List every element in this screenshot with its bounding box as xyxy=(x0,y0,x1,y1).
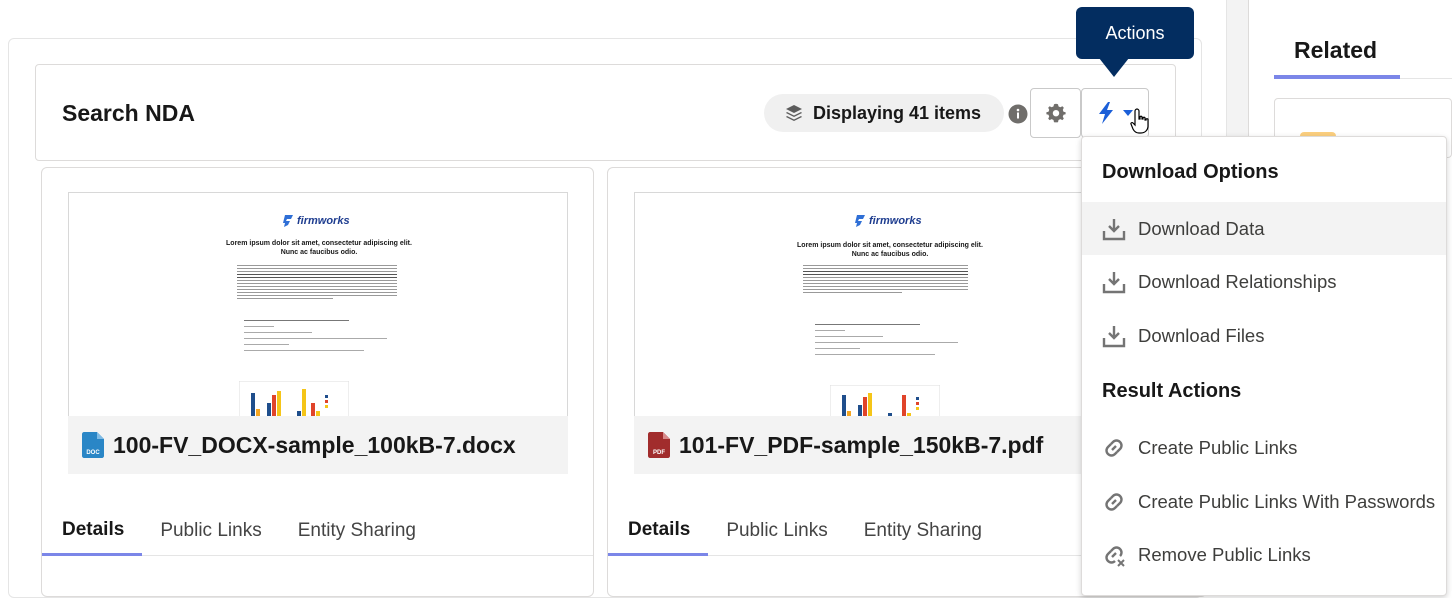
pdf-file-icon: PDF xyxy=(648,432,670,458)
preview-heading: Lorem ipsum dolor sit amet, consectetur … xyxy=(226,240,412,256)
tab-details[interactable]: Details xyxy=(42,506,143,556)
link-icon xyxy=(1105,438,1123,457)
svg-text:DOC: DOC xyxy=(86,450,100,456)
brand-logo: firmworks xyxy=(283,215,350,227)
preview-heading: Lorem ipsum dolor sit amet, consectetur … xyxy=(797,242,983,258)
preview-body-text xyxy=(803,263,968,295)
link-icon xyxy=(1105,492,1123,511)
lightning-bolt-icon xyxy=(1099,102,1113,124)
result-card[interactable]: firmworks Lorem ipsum dolor sit amet, co… xyxy=(41,167,594,597)
preview-body-text xyxy=(237,263,397,301)
firmworks-logo-icon xyxy=(855,215,865,227)
firmworks-logo-icon xyxy=(283,215,293,227)
item-count-badge: Displaying 41 items xyxy=(764,94,1004,132)
menu-item-create-public-links[interactable]: Create Public Links xyxy=(1082,421,1446,474)
menu-item-download-files[interactable]: Download Files xyxy=(1082,309,1446,362)
brand-logo: firmworks xyxy=(855,215,922,227)
download-icon xyxy=(1102,271,1126,293)
download-icon xyxy=(1102,325,1126,347)
tab-entity-sharing[interactable]: Entity Sharing xyxy=(280,506,434,556)
download-options-heading: Download Options xyxy=(1102,161,1279,183)
preview-bullets xyxy=(815,319,965,360)
menu-item-download-relationships[interactable]: Download Relationships xyxy=(1082,255,1446,308)
preview-bullets xyxy=(244,315,394,356)
actions-dropdown-menu: Download Options Download Data Download … xyxy=(1081,136,1447,596)
file-name: 101-FV_PDF-sample_150kB-7.pdf xyxy=(679,431,1044,458)
docx-file-icon: DOC xyxy=(82,432,104,458)
svg-text:PDF: PDF xyxy=(653,450,665,456)
tab-public-links[interactable]: Public Links xyxy=(142,506,279,556)
tab-entity-sharing[interactable]: Entity Sharing xyxy=(846,506,1000,556)
layers-icon xyxy=(786,105,802,121)
result-actions-heading: Result Actions xyxy=(1102,380,1242,402)
search-header-card xyxy=(35,64,1176,161)
file-name: 100-FV_DOCX-sample_100kB-7.docx xyxy=(113,431,516,458)
hand-cursor-icon xyxy=(1130,108,1149,134)
actions-tooltip: Actions xyxy=(1076,7,1194,59)
preview-chart xyxy=(239,381,349,421)
settings-button[interactable] xyxy=(1030,88,1081,138)
file-name-bar[interactable]: PDF 101-FV_PDF-sample_150kB-7.pdf xyxy=(634,416,1134,474)
download-icon xyxy=(1102,218,1126,240)
unlink-icon xyxy=(1105,545,1125,567)
tooltip-arrow xyxy=(1099,58,1129,77)
item-count-label: Displaying 41 items xyxy=(813,102,982,123)
tab-details[interactable]: Details xyxy=(608,506,709,556)
card-tabs: Details Public Links Entity Sharing xyxy=(42,506,593,556)
related-title[interactable]: Related xyxy=(1294,37,1377,64)
gear-icon xyxy=(1045,103,1066,123)
file-name-bar[interactable]: DOC 100-FV_DOCX-sample_100kB-7.docx xyxy=(68,416,568,474)
tab-public-links[interactable]: Public Links xyxy=(708,506,845,556)
menu-item-download-data[interactable]: Download Data xyxy=(1082,202,1446,255)
info-icon[interactable] xyxy=(1008,104,1028,124)
page-title: Search NDA xyxy=(62,100,195,126)
related-tab-underline xyxy=(1274,75,1400,79)
menu-item-create-public-links-with-passwords[interactable]: Create Public Links With Passwords xyxy=(1082,475,1446,528)
menu-item-remove-public-links[interactable]: Remove Public Links xyxy=(1082,528,1446,581)
